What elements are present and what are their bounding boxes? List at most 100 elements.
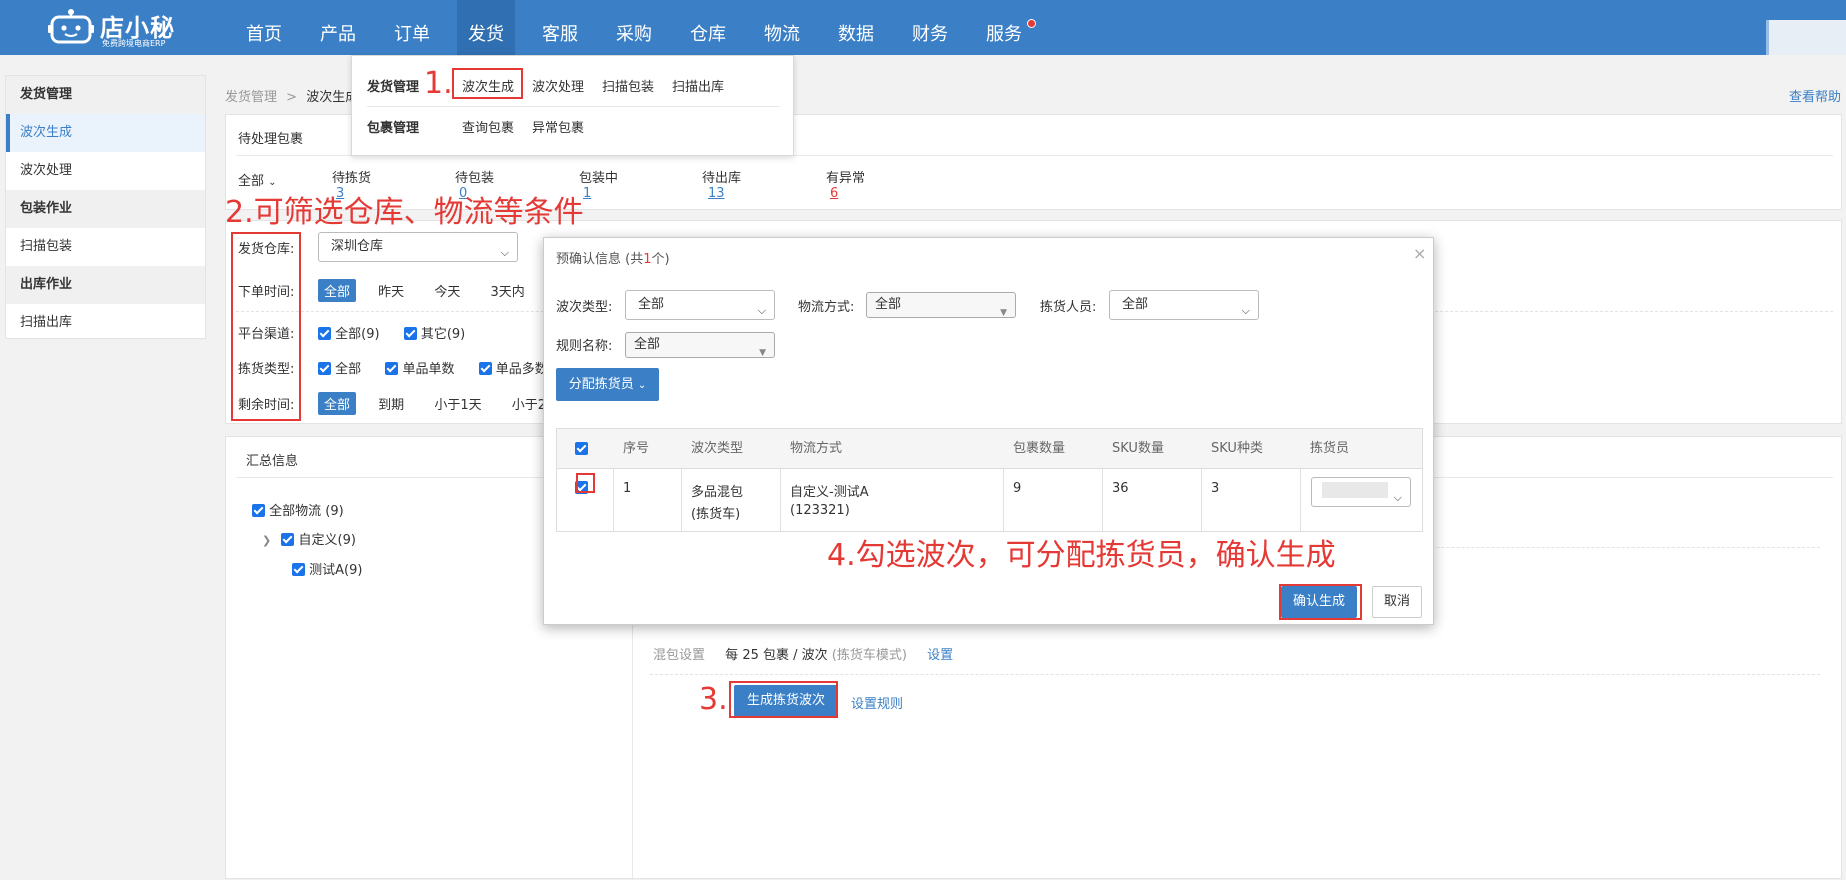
checkbox-checked[interactable] [281, 533, 295, 546]
chevron-down-icon: ⌵ [500, 246, 509, 259]
chevron-down-icon[interactable]: ❯ [262, 534, 271, 547]
row-sku-types: 3 [1211, 481, 1220, 496]
dropdown-query-package[interactable]: 查询包裹 [462, 117, 514, 136]
divider [1201, 469, 1202, 531]
stat-abnormal[interactable]: 有异常 6 [826, 167, 865, 201]
col-sku-types: SKU种类 [1211, 441, 1263, 456]
sidebar-group-shipping: 发货管理 [6, 76, 205, 114]
pick-type-multi[interactable]: 单品多数 [496, 362, 548, 377]
tree-all-logistics[interactable]: 全部物流 (9) [252, 500, 344, 519]
stat-value[interactable]: 13 [708, 186, 741, 201]
nav-services[interactable]: 服务 [976, 0, 1032, 55]
divider [1102, 469, 1103, 531]
dropdown-wave-process[interactable]: 波次处理 [532, 76, 584, 95]
picker-value: 全部 [1122, 297, 1149, 312]
sidebar-group-packing: 包装作业 [6, 190, 205, 228]
close-icon[interactable]: × [1413, 244, 1426, 263]
pick-type-options: 全部 单品单数 单品多数 [318, 358, 548, 377]
wave-type-select[interactable]: 全部 ⌵ [625, 290, 775, 320]
row-picker-select[interactable]: ⌵ [1311, 477, 1411, 507]
col-sku-count: SKU数量 [1112, 441, 1164, 456]
divider [1300, 469, 1301, 531]
sidebar-group-outbound: 出库作业 [6, 266, 205, 304]
remain-all[interactable]: 全部 [318, 392, 357, 415]
modal-title-suffix: 个) [651, 252, 670, 267]
logistics-select[interactable]: 全部 ▼ [866, 292, 1016, 318]
dropdown-scan-pack[interactable]: 扫描包装 [602, 76, 654, 95]
row-sku-count: 36 [1112, 481, 1129, 496]
breadcrumb-root[interactable]: 发货管理 [225, 90, 277, 105]
pending-scope-select[interactable]: 全部 ⌄ [238, 170, 277, 189]
checkbox-checked[interactable] [292, 563, 305, 576]
nav-warehouse[interactable]: 仓库 [680, 0, 736, 55]
checkbox-checked[interactable] [478, 362, 492, 375]
rule-name-value: 全部 [634, 337, 661, 352]
rule-name-label: 规则名称: [556, 339, 613, 354]
stat-value[interactable]: 1 [583, 186, 618, 201]
order-time-3days[interactable]: 3天内 [490, 285, 524, 300]
rule-name-select[interactable]: 全部 ▼ [625, 332, 775, 358]
divider [650, 674, 1820, 675]
platform-all[interactable]: 全部(9) [335, 327, 379, 342]
nav-product[interactable]: 产品 [310, 0, 366, 55]
user-avatar[interactable] [1766, 20, 1846, 55]
checkbox-checked[interactable] [403, 327, 417, 340]
mix-count: 25 [742, 648, 759, 663]
checkbox-checked[interactable] [575, 442, 588, 455]
sidebar-item-scan-pack[interactable]: 扫描包装 [6, 228, 205, 266]
tree-custom[interactable]: ❯ 自定义(9) [262, 529, 356, 548]
cancel-button[interactable]: 取消 [1372, 586, 1422, 618]
warehouse-select[interactable]: 深圳仓库 ⌵ [318, 232, 518, 262]
nav-service[interactable]: 客服 [532, 0, 588, 55]
annotation-box [729, 681, 838, 718]
remain-lt1day[interactable]: 小于1天 [434, 398, 481, 413]
select-all-checkbox[interactable] [575, 442, 588, 457]
sidebar-item-wave-generate[interactable]: 波次生成 [6, 114, 205, 152]
stat-to-ship[interactable]: 待出库 13 [702, 167, 741, 201]
nav-logistics[interactable]: 物流 [754, 0, 810, 55]
dropdown-abnormal-package[interactable]: 异常包裹 [532, 117, 584, 136]
pick-type-single[interactable]: 单品单数 [402, 362, 454, 377]
logo[interactable]: 店小秘 免费跨境电商ERP [48, 6, 178, 48]
remain-lt2[interactable]: 小于2 [512, 398, 546, 413]
tree-test-a[interactable]: 测试A(9) [292, 559, 362, 578]
remain-expired[interactable]: 到期 [378, 398, 404, 413]
order-time-all[interactable]: 全部 [318, 279, 357, 302]
order-time-today[interactable]: 今天 [434, 285, 460, 300]
sidebar-item-scan-out[interactable]: 扫描出库 [6, 304, 205, 342]
mix-setting-link[interactable]: 设置 [927, 648, 953, 663]
logistics-label: 物流方式: [798, 300, 855, 315]
sidebar-item-wave-process[interactable]: 波次处理 [6, 152, 205, 190]
assign-picker-button[interactable]: 分配拣货员 ⌄ [556, 368, 659, 401]
annotation-box [576, 473, 595, 493]
set-rule-link[interactable]: 设置规则 [851, 693, 903, 712]
checkbox-checked[interactable] [318, 362, 331, 375]
breadcrumb: 发货管理 > 波次生成 [225, 86, 358, 105]
dropdown-scan-out[interactable]: 扫描出库 [672, 76, 724, 95]
pending-scope-label: 全部 [238, 174, 265, 189]
stat-value[interactable]: 6 [830, 186, 865, 201]
nav-purchase[interactable]: 采购 [606, 0, 662, 55]
summary-title: 汇总信息 [246, 454, 299, 469]
shipping-dropdown-menu: 发货管理 波次生成 波次处理 扫描包装 扫描出库 包裹管理 查询包裹 异常包裹 [351, 55, 794, 156]
nav-data[interactable]: 数据 [828, 0, 884, 55]
nav-shipping[interactable]: 发货 [457, 0, 515, 55]
annotation-box [231, 232, 301, 421]
nav-order[interactable]: 订单 [384, 0, 440, 55]
checkbox-checked[interactable] [385, 362, 399, 375]
mix-each: 每 [725, 648, 739, 663]
stat-packing[interactable]: 包装中 1 [579, 167, 618, 201]
platform-other[interactable]: 其它(9) [421, 327, 465, 342]
mix-label: 混包设置 [653, 648, 706, 663]
picker-select[interactable]: 全部 ⌵ [1109, 290, 1259, 320]
help-link[interactable]: 查看帮助 [1789, 86, 1841, 105]
chevron-down-icon: ⌵ [1241, 304, 1250, 317]
checkbox-checked[interactable] [318, 327, 331, 340]
tree-label: 测试A(9) [309, 563, 363, 578]
nav-finance[interactable]: 财务 [902, 0, 958, 55]
pick-type-all[interactable]: 全部 [335, 362, 361, 377]
nav-home[interactable]: 首页 [236, 0, 292, 55]
tree-label: 全部物流 (9) [269, 504, 344, 519]
order-time-yesterday[interactable]: 昨天 [378, 285, 404, 300]
checkbox-checked[interactable] [252, 504, 265, 517]
